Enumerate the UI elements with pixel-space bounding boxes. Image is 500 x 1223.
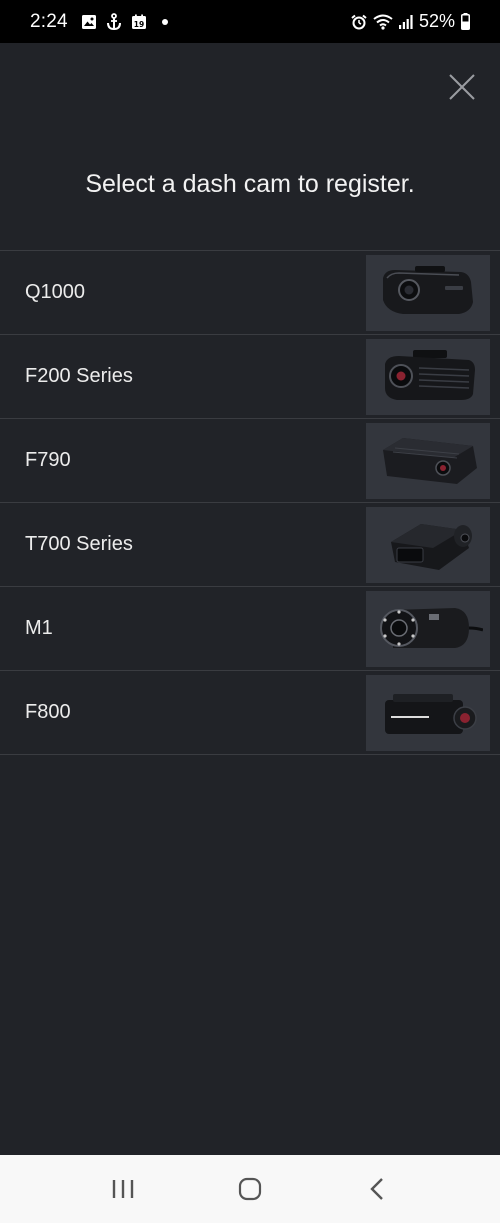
f200-series-image (366, 338, 490, 415)
list-item-q1000[interactable]: Q1000 (0, 251, 500, 335)
anchor-notification-icon (106, 12, 122, 31)
home-button[interactable] (220, 1159, 280, 1219)
wifi-icon (373, 14, 393, 30)
page-title: Select a dash cam to register. (85, 170, 415, 198)
navigation-bar (0, 1155, 500, 1223)
recents-button[interactable] (93, 1159, 153, 1219)
q1000-image (366, 254, 490, 331)
list-item-m1[interactable]: M1 (0, 587, 500, 671)
close-button[interactable] (447, 72, 477, 102)
t700-series-image (366, 506, 490, 583)
recents-icon (113, 1180, 134, 1198)
alarm-icon (351, 14, 367, 30)
svg-text:19: 19 (134, 20, 144, 29)
list-item-f790[interactable]: F790 (0, 419, 500, 503)
battery-icon (461, 13, 470, 30)
back-icon (369, 1178, 383, 1200)
model-name: M1 (25, 617, 53, 639)
gallery-icon (81, 14, 97, 30)
notification-dot (161, 18, 168, 25)
status-right: 52% (351, 11, 470, 32)
model-name: F800 (25, 701, 71, 723)
app-screen: 2:24 19 52% Select a dash cam to registe… (0, 0, 500, 1223)
close-icon (449, 74, 475, 100)
status-left: 2:24 19 (30, 11, 168, 33)
list-item-f800[interactable]: F800 (0, 671, 500, 755)
status-time: 2:24 (30, 10, 68, 32)
list-item-t700-series[interactable]: T700 Series (0, 503, 500, 587)
battery-percent: 52% (418, 11, 455, 31)
status-bar: 2:24 19 52% (0, 0, 500, 43)
home-icon (238, 1177, 262, 1201)
f790-image (366, 422, 490, 499)
list-item-f200-series[interactable]: F200 Series (0, 335, 500, 419)
model-name: F790 (25, 449, 71, 471)
model-name: F200 Series (25, 365, 133, 387)
signal-icon (398, 14, 413, 29)
notification-icons: 19 (81, 12, 168, 31)
calendar-icon: 19 (131, 14, 147, 30)
model-name: Q1000 (25, 281, 86, 303)
dash-cam-list: Q1000 F200 Series F790 T700 Series M1 F8… (0, 250, 500, 755)
f800-image (366, 674, 490, 751)
m1-image (366, 590, 490, 667)
back-button[interactable] (347, 1159, 407, 1219)
model-name: T700 Series (25, 533, 133, 555)
